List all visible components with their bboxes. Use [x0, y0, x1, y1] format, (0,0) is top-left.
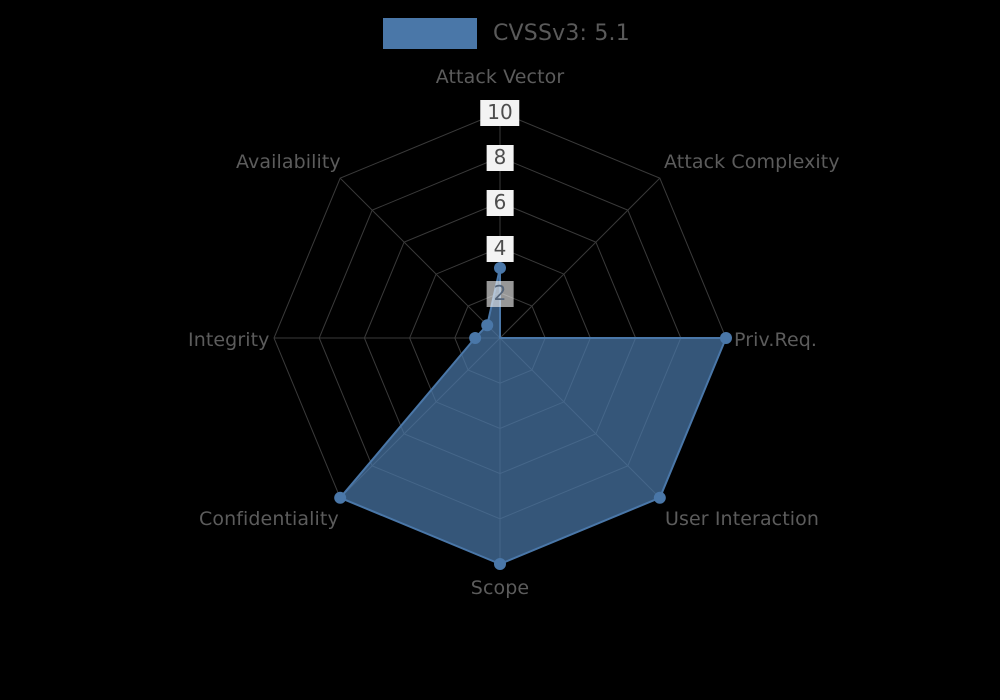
series-point-marker	[653, 491, 666, 504]
r-tick-2: 2	[486, 281, 514, 307]
axis-label-priv-req: Priv.Req.	[734, 329, 818, 351]
series-point-marker	[469, 332, 482, 344]
axis-label-user-interaction: User Interaction	[665, 508, 820, 530]
axis-label-attack-complexity: Attack Complexity	[664, 151, 840, 173]
axis-label-scope: Scope	[470, 577, 530, 599]
series-point-marker	[334, 491, 347, 504]
r-tick-10: 10	[480, 100, 520, 126]
axis-label-integrity: Integrity	[188, 329, 270, 351]
series-point-marker	[481, 319, 494, 332]
axis-label-confidentiality: Confidentiality	[199, 508, 339, 530]
axis-label-availability: Availability	[236, 151, 341, 173]
radar-chart: CVSSv3: 5.1 Attack Vector Attack Complex…	[0, 0, 1000, 700]
series-point-marker	[494, 261, 506, 274]
grid-spoke	[499, 177, 661, 339]
r-tick-6: 6	[486, 190, 514, 216]
axis-label-attack-vector: Attack Vector	[435, 66, 565, 88]
series-point-marker	[494, 558, 506, 570]
r-tick-8: 8	[486, 145, 514, 171]
series-point-marker	[720, 332, 732, 344]
r-tick-4: 4	[486, 236, 514, 262]
grid-spoke	[339, 177, 501, 339]
